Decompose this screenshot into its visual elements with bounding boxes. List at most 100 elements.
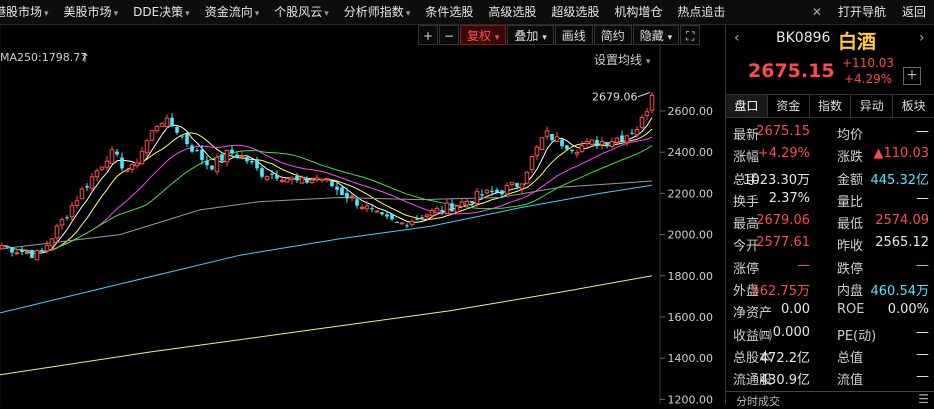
add-watchlist-button[interactable]: + bbox=[903, 67, 921, 85]
change-value: +110.03 bbox=[842, 56, 895, 70]
change-percent: +4.29% bbox=[844, 72, 893, 86]
quote-label: 净资产 bbox=[733, 306, 773, 322]
candle bbox=[340, 186, 344, 196]
candle bbox=[134, 158, 140, 169]
candle bbox=[609, 137, 615, 149]
zoom-in-button[interactable]: + bbox=[418, 25, 438, 45]
candle bbox=[309, 177, 315, 184]
ma-settings-button[interactable]: 设置均线 ▾ bbox=[594, 51, 650, 68]
quote-row: 流通股 430.9亿 流值 — bbox=[726, 366, 934, 388]
candle bbox=[539, 137, 545, 151]
zoom-out-button[interactable]: − bbox=[439, 25, 459, 45]
candle bbox=[85, 183, 89, 191]
menu-item-4[interactable]: 个股风云 ▾ bbox=[268, 0, 338, 24]
quote-label: 最高 bbox=[733, 217, 760, 233]
candle bbox=[579, 140, 585, 153]
quote-row: 今开 2577.61 昨收 2565.12 bbox=[726, 232, 934, 254]
tab-2[interactable]: 指数 bbox=[810, 95, 852, 117]
quote-label: 最低 bbox=[837, 217, 864, 233]
candle bbox=[595, 136, 599, 150]
candle bbox=[570, 149, 574, 154]
chevron-down-icon: ▾ bbox=[185, 9, 190, 19]
peak-arrow bbox=[637, 91, 651, 98]
open-nav-button[interactable]: 打开导航 bbox=[830, 0, 894, 24]
candle bbox=[385, 211, 389, 220]
quote-label: 内盘 bbox=[837, 284, 864, 300]
tab-3[interactable]: 异动 bbox=[851, 95, 894, 117]
quote-row: 总股本 472.2亿 总值 — bbox=[726, 344, 934, 366]
ma250-label: MA250:1798.77 bbox=[0, 51, 88, 64]
peak-price-label: 2679.06 bbox=[592, 91, 638, 104]
chevron-down-icon: ▾ bbox=[254, 9, 260, 19]
quote-value: 430.9亿 bbox=[759, 373, 810, 389]
quote-value: — bbox=[916, 190, 929, 206]
kline-chart[interactable]: 2600.00 2400.00 2200.00 2000.00 1800.00 1600.… bbox=[0, 25, 720, 404]
y-tick-label: 1400.00 bbox=[668, 352, 714, 365]
menu-item-1[interactable]: 美股市场 ▾ bbox=[58, 0, 128, 24]
candle bbox=[589, 139, 595, 147]
close-icon[interactable]: ✕ bbox=[804, 0, 830, 24]
menu-item-6[interactable]: 条件选股 bbox=[419, 0, 482, 24]
sector-name: 白酒 bbox=[838, 31, 877, 53]
candle bbox=[54, 223, 60, 243]
quote-label: 金额 bbox=[837, 172, 864, 188]
hide-button[interactable]: 隐藏 ▾ bbox=[632, 25, 680, 45]
candle bbox=[319, 178, 325, 183]
quote-label: 最新 bbox=[733, 128, 760, 143]
ma20-line bbox=[1, 136, 653, 252]
draw-line-button[interactable]: 画线 bbox=[554, 25, 593, 45]
candle bbox=[450, 199, 454, 212]
candle bbox=[574, 149, 580, 158]
candle bbox=[34, 249, 40, 261]
candle bbox=[550, 133, 554, 142]
candle bbox=[289, 176, 295, 185]
prev-arrow-icon[interactable]: ‹ bbox=[734, 30, 740, 46]
candle bbox=[175, 125, 179, 135]
candle bbox=[275, 170, 279, 182]
quote-value: +4.29% bbox=[757, 146, 810, 162]
menu-item-5[interactable]: 分析师指数 ▾ bbox=[338, 0, 420, 24]
expand-icon[interactable]: ⛶ bbox=[680, 25, 701, 45]
next-arrow-icon[interactable]: › bbox=[919, 30, 925, 46]
quote-value: 472.2亿 bbox=[759, 350, 810, 366]
tab-0[interactable]: 盘口 bbox=[726, 95, 768, 117]
candle bbox=[504, 182, 510, 196]
quote-row: 总手 1023.30万 金额 445.32亿 bbox=[726, 166, 934, 188]
quote-row: 最新 2675.15 均价 — bbox=[726, 121, 934, 143]
candle bbox=[444, 199, 450, 215]
menu-item-0[interactable]: 港股市场 ▾ bbox=[0, 0, 58, 24]
overlay-button[interactable]: 叠加 ▾ bbox=[507, 25, 554, 45]
quote-value: 460.54万 bbox=[870, 284, 930, 300]
candle bbox=[355, 197, 359, 209]
menu-item-9[interactable]: 机构增仓 bbox=[608, 0, 671, 24]
quote-value: 0.00% bbox=[887, 302, 929, 318]
menu-item-8[interactable]: 超级选股 bbox=[545, 0, 608, 24]
tab-4[interactable]: 板块 bbox=[893, 95, 934, 117]
y-tick-label: 1600.00 bbox=[668, 311, 714, 324]
candle bbox=[255, 156, 259, 172]
candle bbox=[630, 128, 634, 135]
quote-row: 换手 2.37% 量比 — bbox=[726, 188, 934, 210]
candle bbox=[509, 181, 515, 187]
quote-label: 量比 bbox=[837, 194, 864, 210]
candle bbox=[224, 149, 230, 167]
menu-item-3[interactable]: 资金流向 ▾ bbox=[199, 0, 269, 24]
quote-row: 最高 2679.06 最低 2574.09 bbox=[726, 210, 934, 232]
candle bbox=[0, 242, 5, 250]
quote-value: 1023.30万 bbox=[743, 172, 810, 188]
menu-item-7[interactable]: 高级选股 bbox=[482, 0, 545, 24]
quote-table: 最新 2675.15 均价 — 涨幅 +4.29% 涨跌 ▲110.03 总手 1023.30万金… bbox=[726, 121, 934, 389]
menu-item-10[interactable]: 热点追击 bbox=[671, 0, 734, 24]
tab-1[interactable]: 资金 bbox=[768, 95, 810, 117]
candle bbox=[295, 172, 299, 184]
simple-button[interactable]: 简约 bbox=[593, 25, 632, 45]
quote-value: 562.75万 bbox=[751, 284, 811, 300]
tick-trades-footer[interactable]: 分时成交 ☰ bbox=[726, 391, 934, 408]
fuquan-button[interactable]: 复权 ▾ bbox=[460, 25, 507, 45]
back-button[interactable]: 返回 bbox=[894, 0, 934, 24]
quote-value: 0.000 bbox=[772, 324, 810, 340]
candle bbox=[560, 138, 564, 150]
menu-item-2[interactable]: DDE决策 ▾ bbox=[127, 0, 199, 24]
candle bbox=[534, 144, 540, 161]
quote-value: 2574.09 bbox=[875, 213, 929, 229]
